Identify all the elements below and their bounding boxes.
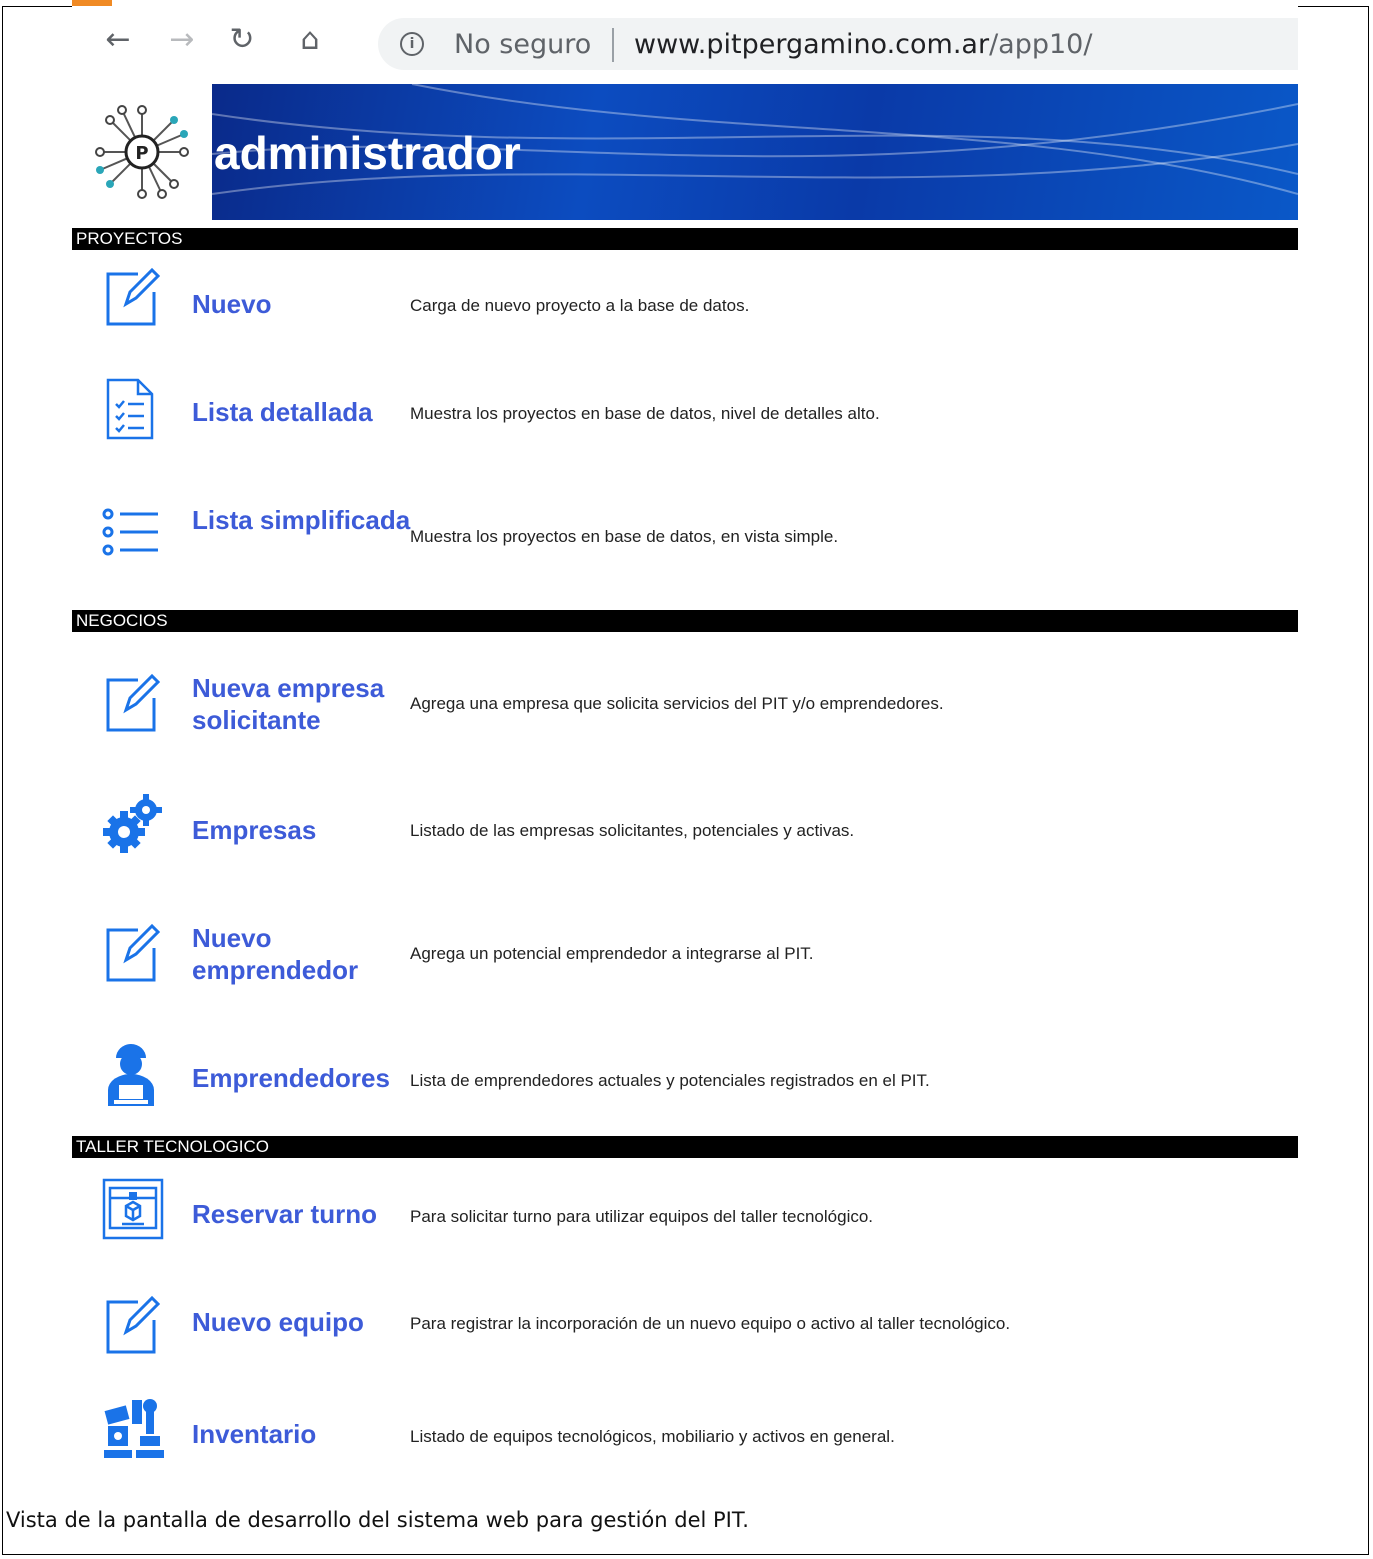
menu-label-reservar-turno[interactable]: Reservar turno [192,1198,422,1230]
section-header-proyectos: PROYECTOS [72,228,1298,250]
menu-label-nuevo-equipo[interactable]: Nuevo equipo [192,1306,412,1338]
menu-item-nuevo-equipo[interactable]: Nuevo equipo Para registrar la incorpora… [72,1288,1298,1378]
reload-icon[interactable]: ↻ [222,20,262,60]
menu-item-lista-detallada[interactable]: Lista detallada Muestra los proyectos en… [72,370,1298,460]
edit-icon[interactable] [102,920,160,984]
menu-item-emprendedores[interactable]: Emprendedores Lista de emprendedores act… [72,1036,1298,1126]
user-laptop-icon[interactable] [102,1040,160,1106]
url-text[interactable]: www.pitpergamino.com.ar/app10/ [634,29,1092,60]
menu-label-nueva-empresa[interactable]: Nueva empresa solicitante [192,672,422,736]
menu-desc-reservar-turno: Para solicitar turno para utilizar equip… [410,1207,874,1226]
browser-toolbar: ← → ↻ ⌂ i No seguro www.pitpergamino.com… [72,6,1298,78]
forward-arrow-icon[interactable]: → [162,20,202,60]
menu-label-emprendedores[interactable]: Emprendedores [192,1062,422,1094]
menu-label-lista-simplificada[interactable]: Lista simplificada [192,504,412,536]
menu-item-inventario[interactable]: Inventario Listado de equipos tecnológic… [72,1394,1298,1484]
menu-item-lista-simplificada[interactable]: Lista simplificada Muestra los proyectos… [72,490,1298,580]
security-label[interactable]: No seguro [454,29,591,60]
menu-item-empresas[interactable]: Empresas Listado de las empresas solicit… [72,788,1298,878]
menu-item-reservar-turno[interactable]: Reservar turno Para solicitar turno para… [72,1172,1298,1262]
menu-label-nuevo[interactable]: Nuevo [192,288,412,320]
section-header-negocios: NEGOCIOS [72,610,1298,632]
menu-label-nuevo-emprendedor[interactable]: Nuevo emprendedor [192,922,412,986]
menu-label-lista-detallada[interactable]: Lista detallada [192,396,422,428]
menu-desc-inventario: Listado de equipos tecnológicos, mobilia… [410,1427,895,1446]
menu-label-empresas[interactable]: Empresas [192,814,412,846]
menu-desc-nuevo-emprendedor: Agrega un potencial emprendedor a integr… [410,944,814,963]
menu-item-nueva-empresa[interactable]: Nueva empresa solicitante Agrega una emp… [72,660,1298,750]
menu-desc-nueva-empresa: Agrega una empresa que solicita servicio… [410,694,944,713]
robot-arm-icon[interactable] [102,1396,164,1460]
address-bar[interactable]: i No seguro www.pitpergamino.com.ar/app1… [378,18,1298,70]
menu-label-inventario[interactable]: Inventario [192,1418,412,1450]
edit-icon[interactable] [102,670,160,734]
info-icon[interactable]: i [400,32,424,56]
edit-icon[interactable] [102,1292,160,1356]
menu-desc-lista-detallada: Muestra los proyectos en base de datos, … [410,404,880,423]
pit-logo-icon: P [94,104,190,200]
figure-caption: Vista de la pantalla de desarrollo del s… [6,1508,749,1532]
menu-desc-empresas: Listado de las empresas solicitantes, po… [410,821,855,840]
header-banner: P administrador [72,84,1298,222]
menu-desc-emprendedores: Lista de emprendedores actuales y potenc… [410,1071,930,1090]
bullet-list-icon[interactable] [102,504,160,568]
page-title: administrador [214,127,521,179]
svg-text:P: P [135,143,148,164]
menu-desc-lista-simplificada: Muestra los proyectos en base de datos, … [410,527,839,546]
menu-desc-nuevo-equipo: Para registrar la incorporación de un nu… [410,1314,1011,1333]
3d-printer-icon[interactable] [102,1176,164,1240]
menu-item-nuevo-proyecto[interactable]: Nuevo Carga de nuevo proyecto a la base … [72,258,1298,348]
address-separator [612,28,614,62]
menu-item-nuevo-emprendedor[interactable]: Nuevo emprendedor Agrega un potencial em… [72,912,1298,1002]
menu-desc-nuevo: Carga de nuevo proyecto a la base de dat… [410,296,750,315]
url-path: /app10/ [989,29,1093,60]
checklist-document-icon[interactable] [102,376,160,440]
edit-icon[interactable] [102,264,160,328]
section-header-taller-tecnologico: TALLER TECNOLOGICO [72,1136,1298,1158]
back-arrow-icon[interactable]: ← [98,20,138,60]
home-icon[interactable]: ⌂ [290,20,330,60]
gears-icon[interactable] [102,792,162,856]
url-host: www.pitpergamino.com.ar [634,29,990,60]
